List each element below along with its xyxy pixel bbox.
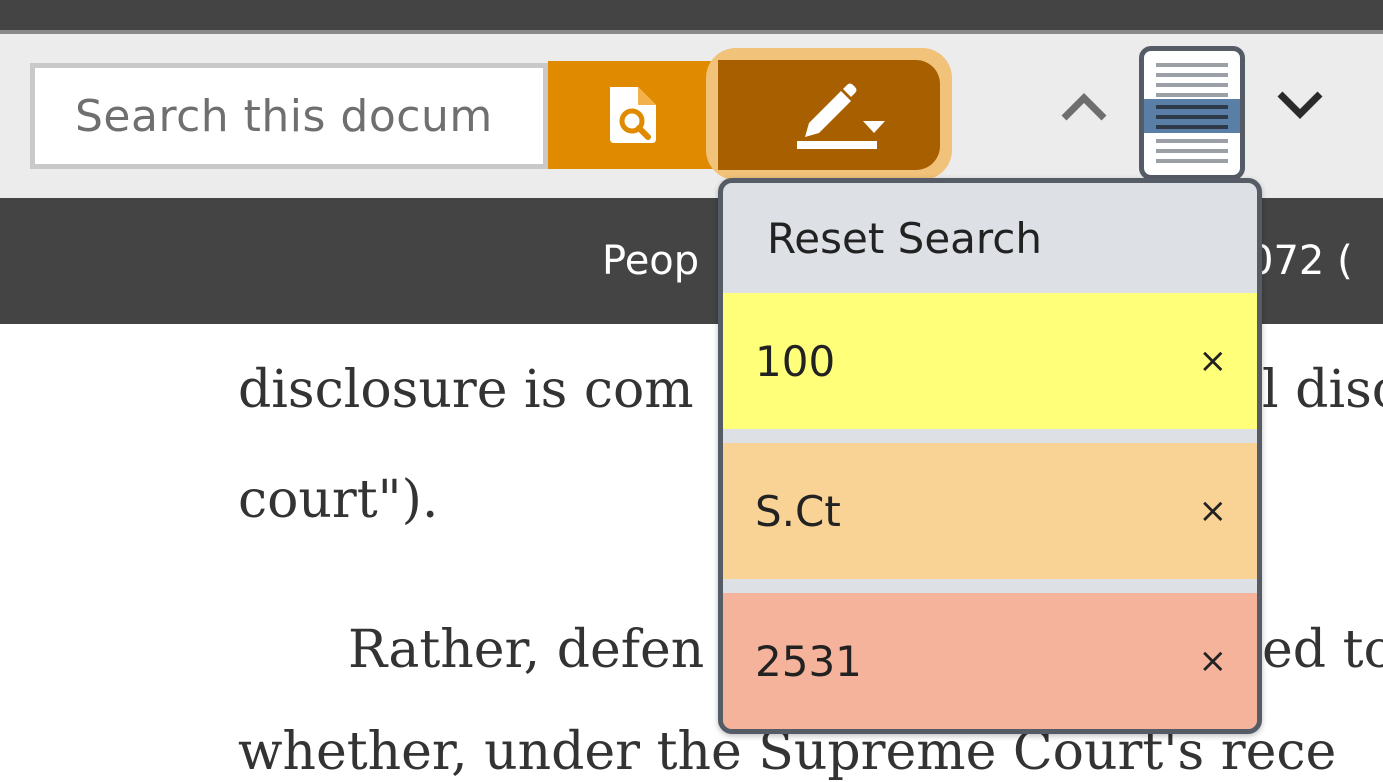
chevron-down-icon[interactable] bbox=[1270, 80, 1330, 130]
search-placeholder: Search this docum bbox=[75, 90, 493, 142]
remove-term-button[interactable]: × bbox=[1199, 491, 1228, 531]
header-title-left: Peop bbox=[602, 238, 700, 284]
chevron-up-icon[interactable] bbox=[1054, 80, 1114, 130]
search-button[interactable] bbox=[548, 61, 720, 169]
search-term-label: 2531 bbox=[755, 636, 862, 686]
remove-term-button[interactable]: × bbox=[1199, 341, 1228, 381]
header-title-right: 072 ( bbox=[1248, 238, 1353, 284]
doc-text-line: Rather, defen bbox=[348, 620, 705, 680]
search-input[interactable]: Search this docum bbox=[30, 63, 548, 169]
search-term-item[interactable]: S.Ct × bbox=[723, 443, 1257, 579]
top-strip bbox=[0, 0, 1383, 32]
search-term-label: 100 bbox=[755, 336, 836, 386]
highlight-button[interactable] bbox=[718, 60, 940, 170]
search-term-item[interactable]: 2531 × bbox=[723, 593, 1257, 729]
search-term-label: S.Ct bbox=[755, 486, 841, 536]
doc-text-line: l disc bbox=[1262, 360, 1383, 420]
remove-term-button[interactable]: × bbox=[1199, 641, 1228, 681]
doc-text-line: ed to bbox=[1262, 620, 1383, 680]
caret-down-icon bbox=[863, 121, 885, 133]
document-search-icon bbox=[610, 87, 656, 143]
search-terms-dropdown: Reset Search 100 × S.Ct × 2531 × bbox=[718, 178, 1262, 734]
doc-text-line: disclosure is com bbox=[238, 360, 694, 420]
doc-text-line: court"). bbox=[238, 470, 439, 530]
page-thumbnail-icon[interactable] bbox=[1139, 46, 1245, 180]
search-term-item[interactable]: 100 × bbox=[723, 293, 1257, 429]
reset-search-button[interactable]: Reset Search bbox=[723, 183, 1257, 293]
pen-highlight-icon bbox=[797, 83, 885, 149]
